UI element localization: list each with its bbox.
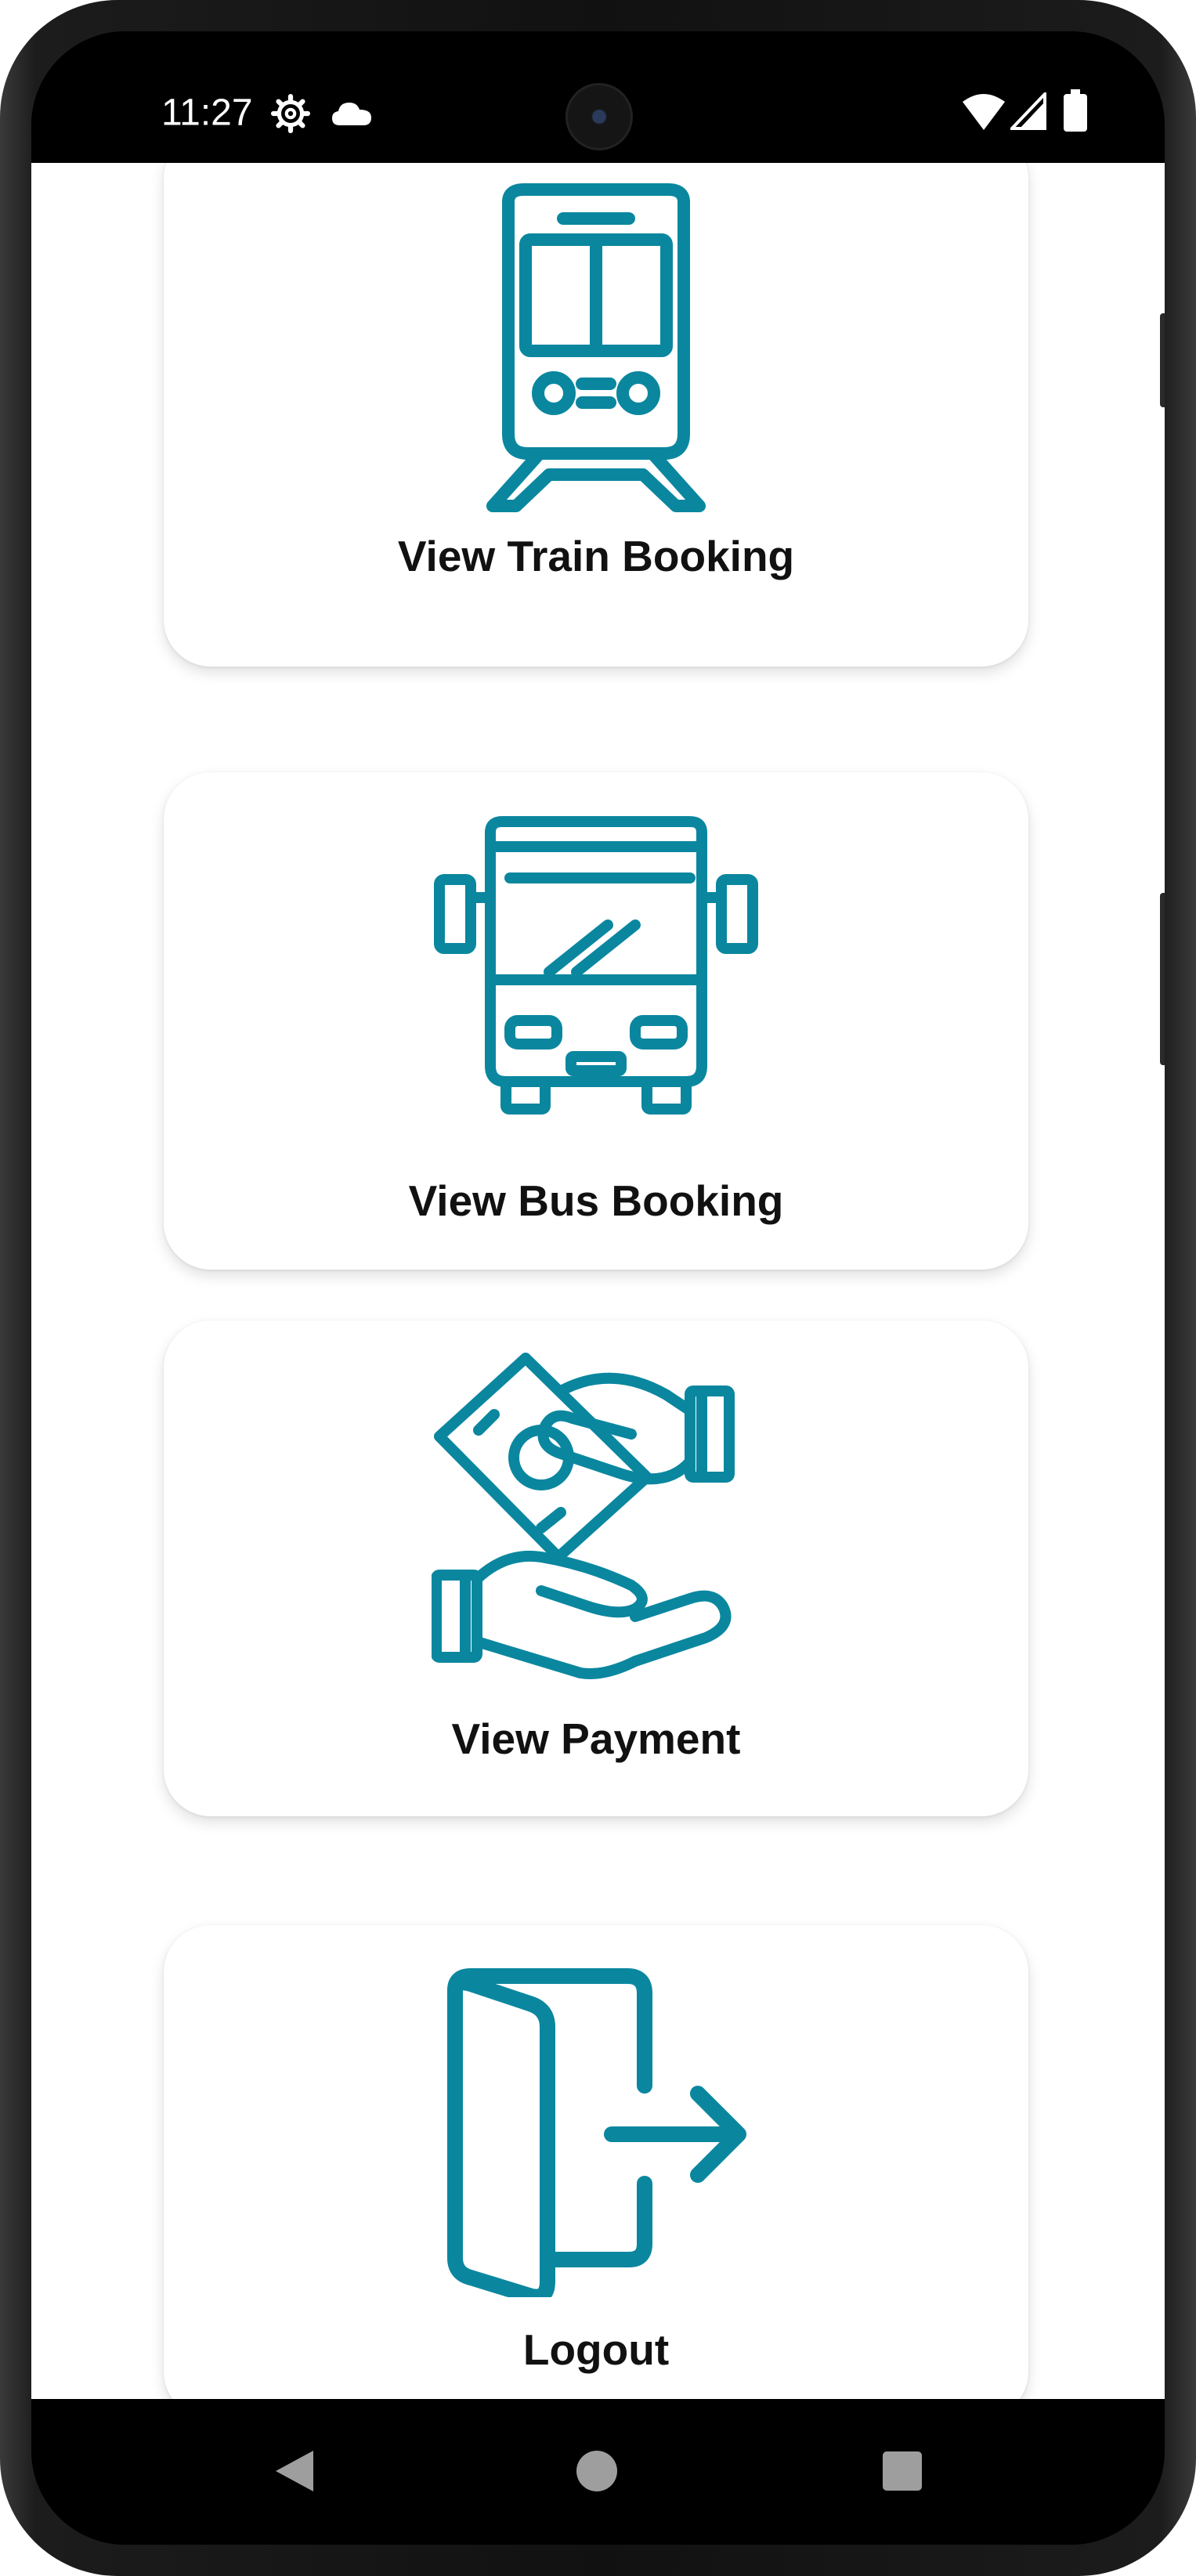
status-time: 11:27 <box>161 92 253 134</box>
signal-icon <box>1010 92 1046 130</box>
phone-body: 11:27 View Train Booking View Bus Bookin… <box>31 31 1165 2545</box>
view-payment-label: View Payment <box>451 1714 741 1763</box>
phone-frame: 11:27 View Train Booking View Bus Bookin… <box>0 0 1196 2576</box>
volume-button <box>1160 893 1165 1065</box>
front-camera <box>565 83 633 150</box>
recents-icon[interactable] <box>871 2440 934 2502</box>
main-content: View Train Booking View Bus Booking View… <box>31 163 1165 2399</box>
status-bar: 11:27 <box>31 31 1165 163</box>
screen: 11:27 View Train Booking View Bus Bookin… <box>31 31 1165 2545</box>
cloud-icon <box>332 103 371 125</box>
bus-icon <box>434 816 758 1115</box>
home-icon[interactable] <box>565 2440 628 2502</box>
battery-icon <box>1064 89 1087 132</box>
settings-gear-icon <box>271 94 310 133</box>
payment-hands-icon <box>432 1353 735 1679</box>
view-train-booking-label: View Train Booking <box>397 532 795 580</box>
view-bus-booking-label: View Bus Booking <box>408 1176 784 1225</box>
logout-card[interactable]: Logout <box>164 1925 1028 2399</box>
power-button <box>1160 313 1165 407</box>
view-bus-booking-card[interactable]: View Bus Booking <box>164 772 1028 1270</box>
logout-label: Logout <box>522 2325 670 2374</box>
navigation-bar <box>31 2399 1165 2545</box>
train-icon <box>486 183 706 512</box>
logout-door-icon <box>447 1968 746 2297</box>
back-icon[interactable] <box>265 2440 327 2502</box>
wifi-icon <box>963 94 1005 130</box>
view-train-booking-card[interactable]: View Train Booking <box>164 163 1028 667</box>
view-payment-card[interactable]: View Payment <box>164 1321 1028 1816</box>
